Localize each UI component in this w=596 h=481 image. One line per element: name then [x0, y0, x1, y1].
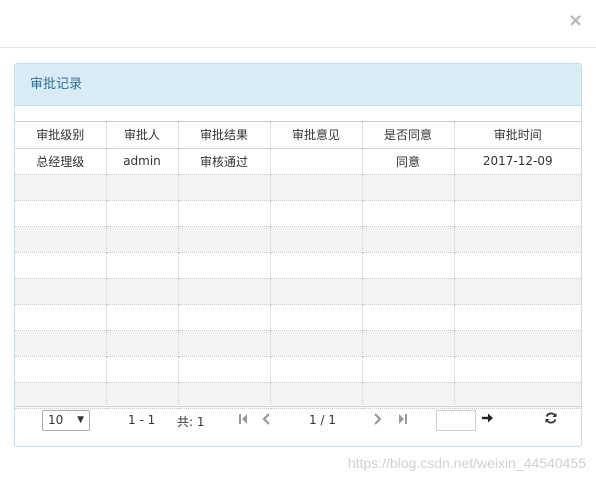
- prev-page-icon[interactable]: [261, 413, 273, 427]
- empty-cell: [454, 252, 581, 279]
- record-range: 1 - 1: [128, 413, 156, 427]
- cell-result: 审核通过: [178, 148, 271, 175]
- empty-cell: [15, 252, 107, 279]
- empty-cell: [15, 304, 107, 331]
- empty-cell: [178, 278, 271, 305]
- empty-cell: [454, 330, 581, 357]
- empty-cell: [362, 304, 455, 331]
- empty-cell: [362, 200, 455, 227]
- empty-cell: [454, 174, 581, 201]
- empty-cell: [15, 330, 107, 357]
- empty-cell: [15, 226, 107, 253]
- empty-cell: [362, 382, 455, 409]
- empty-cell: [270, 304, 363, 331]
- last-page-icon[interactable]: [397, 413, 409, 427]
- page-size-value: 10: [48, 413, 64, 427]
- record-total: 共: 1: [177, 415, 205, 429]
- panel-title: 审批记录: [15, 64, 581, 106]
- table-row[interactable]: 总经理级 admin 审核通过 同意 2017-12-09: [15, 148, 581, 175]
- cell-level: 总经理级: [15, 148, 107, 175]
- empty-cell: [178, 174, 271, 201]
- empty-cell: [454, 226, 581, 253]
- empty-cell: [178, 200, 271, 227]
- modal-header: ×: [0, 0, 596, 48]
- first-page-icon[interactable]: [237, 413, 249, 427]
- empty-cell: [270, 382, 363, 409]
- cell-opinion: [270, 148, 363, 175]
- column-header-approver[interactable]: 审批人: [106, 122, 179, 149]
- empty-cell: [106, 330, 179, 357]
- table-header-row: 审批级别 审批人 审批结果 审批意见 是否同意 审批时间: [15, 122, 581, 149]
- column-header-opinion[interactable]: 审批意见: [270, 122, 363, 149]
- empty-table-row: [15, 304, 581, 331]
- empty-cell: [362, 226, 455, 253]
- empty-cell: [178, 382, 271, 409]
- empty-cell: [106, 226, 179, 253]
- empty-cell: [362, 252, 455, 279]
- empty-cell: [270, 278, 363, 305]
- empty-cell: [270, 252, 363, 279]
- empty-cell: [106, 252, 179, 279]
- empty-cell: [178, 252, 271, 279]
- empty-cell: [178, 330, 271, 357]
- empty-cell: [178, 356, 271, 383]
- empty-cell: [15, 278, 107, 305]
- empty-cell: [362, 174, 455, 201]
- arrow-right-icon[interactable]: [481, 411, 495, 429]
- empty-cell: [15, 174, 107, 201]
- empty-cell: [454, 382, 581, 409]
- column-header-time[interactable]: 审批时间: [454, 122, 581, 149]
- approval-records-panel: 审批记录 审批级别 审批人 审批结果 审批意见 是否同意 审批时间 总经理级 a…: [14, 63, 582, 447]
- watermark: https://blog.csdn.net/weixin_44540455: [347, 455, 586, 471]
- empty-table-row: [15, 356, 581, 383]
- empty-cell: [454, 200, 581, 227]
- empty-cell: [178, 304, 271, 331]
- empty-cell: [178, 226, 271, 253]
- empty-cell: [15, 382, 107, 409]
- empty-cell: [270, 226, 363, 253]
- approval-grid: 审批级别 审批人 审批结果 审批意见 是否同意 审批时间 总经理级 admin …: [15, 121, 581, 409]
- page-indicator: 1 / 1: [309, 413, 336, 427]
- empty-cell: [362, 356, 455, 383]
- empty-table-row: [15, 174, 581, 201]
- empty-cell: [106, 200, 179, 227]
- empty-cell: [15, 200, 107, 227]
- cell-approver: admin: [106, 148, 179, 175]
- column-header-agree[interactable]: 是否同意: [362, 122, 455, 149]
- refresh-icon[interactable]: [543, 411, 559, 429]
- empty-table-row: [15, 278, 581, 305]
- empty-cell: [454, 304, 581, 331]
- empty-cell: [15, 356, 107, 383]
- empty-table-row: [15, 226, 581, 253]
- goto-page-input[interactable]: [436, 410, 476, 431]
- empty-cell: [454, 278, 581, 305]
- empty-cell: [106, 304, 179, 331]
- empty-cell: [454, 356, 581, 383]
- empty-cell: [106, 382, 179, 409]
- empty-cell: [106, 174, 179, 201]
- empty-table-row: [15, 252, 581, 279]
- empty-cell: [362, 278, 455, 305]
- empty-table-row: [15, 382, 581, 409]
- close-icon[interactable]: ×: [568, 11, 583, 31]
- empty-cell: [106, 278, 179, 305]
- empty-table-row: [15, 330, 581, 357]
- empty-cell: [270, 356, 363, 383]
- approval-table: 审批级别 审批人 审批结果 审批意见 是否同意 审批时间 总经理级 admin …: [15, 122, 581, 409]
- empty-table-row: [15, 200, 581, 227]
- empty-cell: [270, 330, 363, 357]
- empty-cell: [106, 356, 179, 383]
- chevron-down-icon: ▼: [77, 415, 84, 425]
- column-header-result[interactable]: 审批结果: [178, 122, 271, 149]
- empty-cell: [270, 200, 363, 227]
- pager: 10 ▼ 1 - 1 共: 1 1 / 1: [15, 406, 581, 434]
- cell-agree: 同意: [362, 148, 455, 175]
- page-size-select[interactable]: 10 ▼: [42, 410, 90, 431]
- empty-cell: [362, 330, 455, 357]
- column-header-level[interactable]: 审批级别: [15, 122, 107, 149]
- cell-time: 2017-12-09: [454, 148, 581, 175]
- empty-cell: [270, 174, 363, 201]
- next-page-icon[interactable]: [371, 413, 383, 427]
